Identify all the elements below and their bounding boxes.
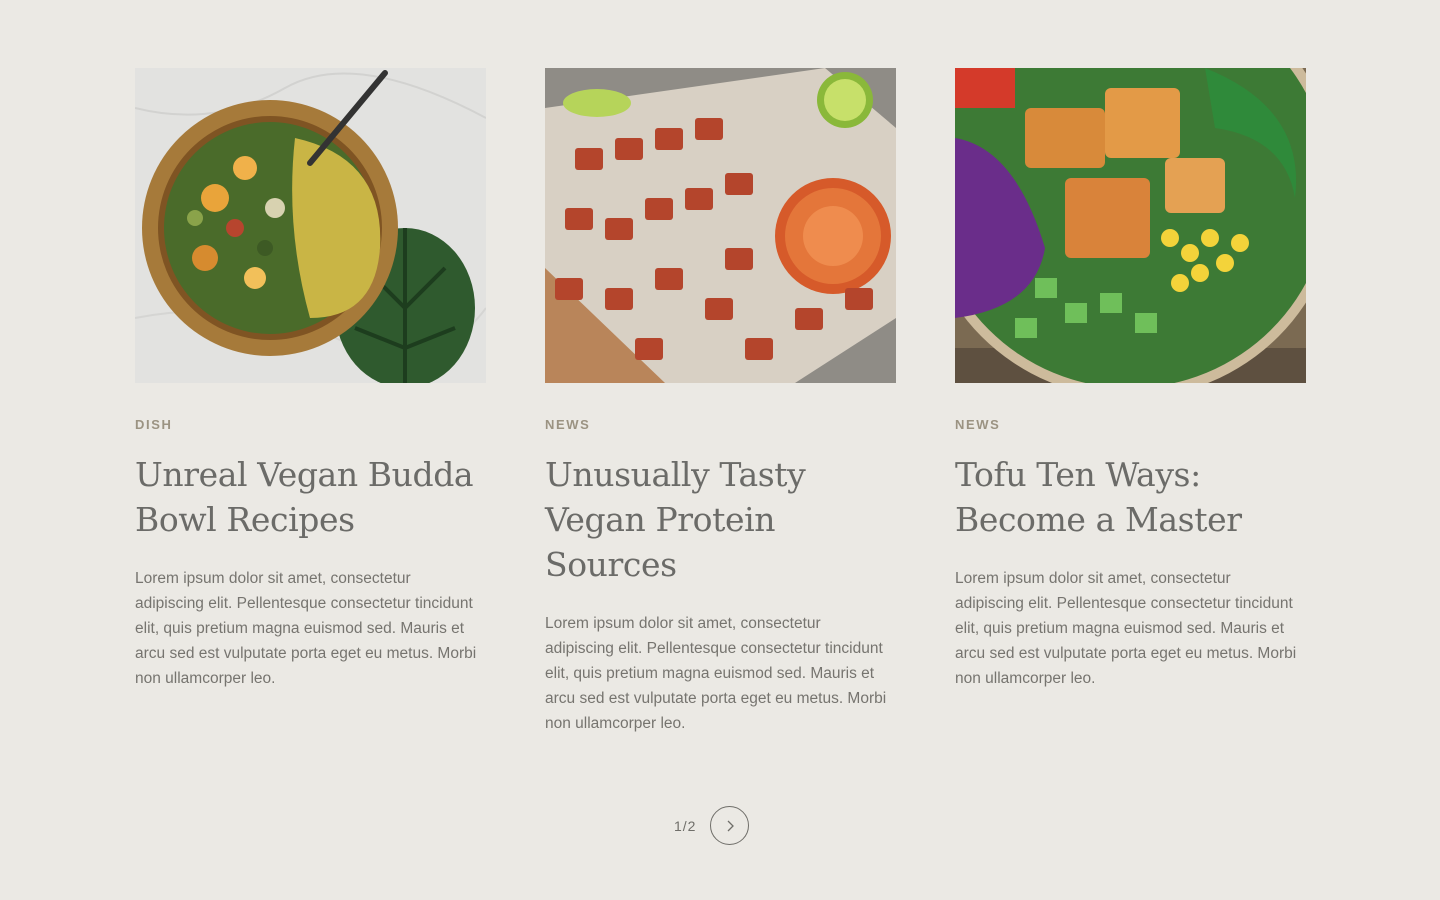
- chevron-right-icon: [723, 819, 737, 833]
- post-title[interactable]: Unreal Vegan Budda Bowl Recipes: [135, 452, 486, 542]
- post-image-buddha-bowl[interactable]: [135, 68, 486, 383]
- post-image-tofu-bowl[interactable]: [955, 68, 1306, 383]
- post-image-tempeh-skewers[interactable]: [545, 68, 896, 383]
- post-card: NEWS Tofu Ten Ways: Become a Master Lore…: [955, 68, 1306, 736]
- post-title[interactable]: Unusually Tasty Vegan Protein Sources: [545, 452, 896, 587]
- post-card: NEWS Unusually Tasty Vegan Protein Sourc…: [545, 68, 896, 736]
- post-card: DISH Unreal Vegan Budda Bowl Recipes Lor…: [135, 68, 486, 736]
- post-category[interactable]: DISH: [135, 417, 486, 432]
- post-excerpt: Lorem ipsum dolor sit amet, consectetur …: [955, 570, 1297, 687]
- post-excerpt: Lorem ipsum dolor sit amet, consectetur …: [135, 570, 477, 687]
- post-excerpt: Lorem ipsum dolor sit amet, consectetur …: [545, 615, 887, 732]
- post-category[interactable]: NEWS: [545, 417, 896, 432]
- post-category[interactable]: NEWS: [955, 417, 1306, 432]
- page-indicator: 1/2: [674, 817, 697, 834]
- post-grid: DISH Unreal Vegan Budda Bowl Recipes Lor…: [135, 68, 1306, 736]
- pagination: 1/2: [674, 805, 750, 846]
- post-title[interactable]: Tofu Ten Ways: Become a Master: [955, 452, 1306, 542]
- next-page-button[interactable]: [710, 806, 750, 845]
